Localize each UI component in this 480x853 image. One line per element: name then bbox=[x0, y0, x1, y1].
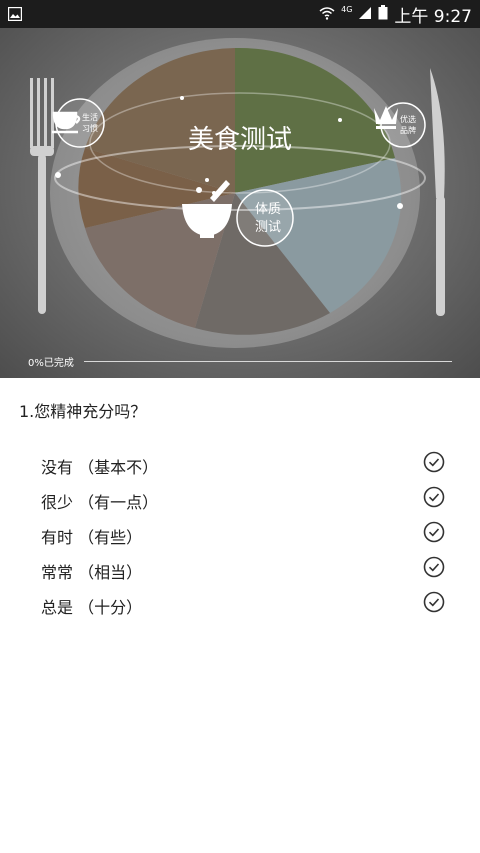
center-badge-line1: 体质 bbox=[255, 202, 281, 217]
check-circle-icon[interactable] bbox=[422, 450, 446, 474]
option-label: 常常 （相当） bbox=[41, 563, 143, 582]
hero-title: 美食测试 bbox=[188, 125, 292, 155]
progress-bar bbox=[84, 361, 452, 362]
right-badge-line1: 优选 bbox=[400, 114, 416, 124]
hero-banner: 生活 习惯 优选 品牌 美食测试 体质 测试 0%已完成 bbox=[0, 28, 480, 378]
progress-label: 0%已完成 bbox=[28, 358, 74, 369]
option-label: 总是 （十分） bbox=[41, 598, 143, 617]
signal-icon bbox=[358, 5, 372, 24]
quiz-content: 1.您精神充分吗？ 没有 （基本不） 很少 （有一点） 有时 （有些） 常常 （… bbox=[0, 378, 480, 853]
status-bar: 4G 上午 9:27 bbox=[0, 0, 480, 28]
option-item[interactable]: 没有 （基本不） bbox=[0, 450, 480, 485]
battery-icon bbox=[378, 4, 388, 24]
check-circle-icon[interactable] bbox=[422, 555, 446, 579]
wifi-icon bbox=[319, 5, 335, 24]
right-badge-line2: 品牌 bbox=[400, 125, 416, 135]
clock: 上午 9:27 bbox=[394, 6, 472, 27]
question-text: 1.您精神充分吗？ bbox=[19, 402, 147, 421]
check-circle-icon[interactable] bbox=[422, 590, 446, 614]
option-item[interactable]: 常常 （相当） bbox=[0, 555, 480, 590]
plate-illustration: 生活 习惯 优选 品牌 美食测试 体质 测试 bbox=[30, 38, 445, 348]
left-badge-line1: 生活 bbox=[82, 112, 98, 122]
option-item[interactable]: 很少 （有一点） bbox=[0, 485, 480, 520]
option-item[interactable]: 总是 （十分） bbox=[0, 590, 480, 625]
check-circle-icon[interactable] bbox=[422, 520, 446, 544]
option-label: 很少 （有一点） bbox=[41, 493, 159, 512]
gallery-icon bbox=[7, 6, 23, 22]
network-type: 4G bbox=[341, 4, 353, 14]
center-badge-line2: 测试 bbox=[255, 220, 281, 235]
option-item[interactable]: 有时 （有些） bbox=[0, 520, 480, 555]
left-badge-line2: 习惯 bbox=[82, 123, 98, 133]
check-circle-icon[interactable] bbox=[422, 485, 446, 509]
option-label: 没有 （基本不） bbox=[41, 458, 159, 477]
options-list: 没有 （基本不） 很少 （有一点） 有时 （有些） 常常 （相当） 总是 （十分… bbox=[0, 450, 480, 625]
knife-icon bbox=[430, 68, 445, 316]
option-label: 有时 （有些） bbox=[41, 528, 143, 547]
